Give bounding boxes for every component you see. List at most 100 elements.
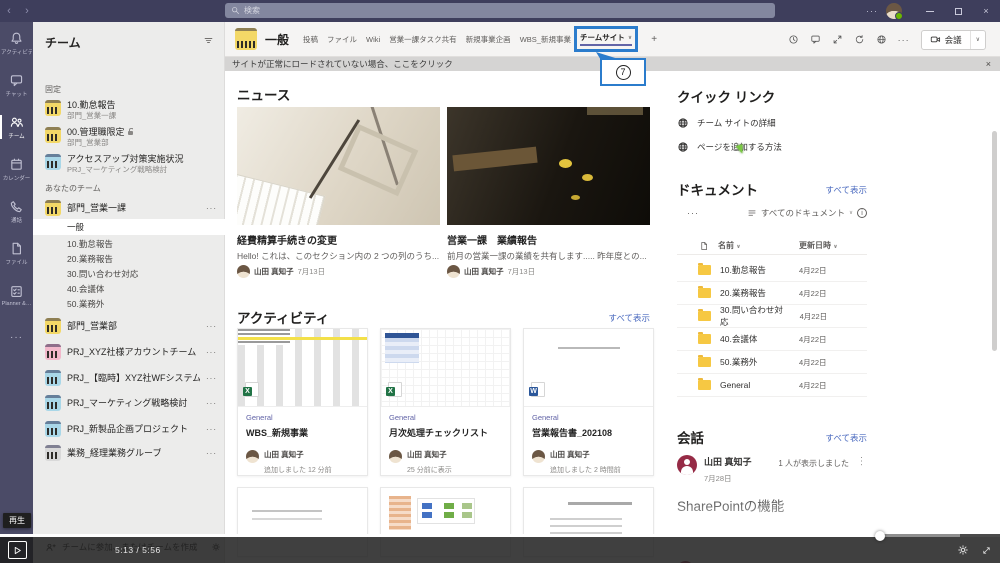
user-avatar[interactable] <box>886 3 903 20</box>
refresh-icon[interactable] <box>854 34 865 45</box>
close-button[interactable]: × <box>972 0 1000 22</box>
search-input[interactable]: 検索 <box>225 3 775 18</box>
rail-chat[interactable]: チャット <box>0 64 33 106</box>
document-row[interactable]: 50.業務外 4月22日 <box>677 351 867 374</box>
meet-button[interactable]: 会議 ∨ <box>920 29 986 50</box>
channel-general[interactable]: 一般 <box>33 219 225 235</box>
quick-link[interactable]: チーム サイトの詳細 <box>677 117 776 129</box>
channel-item[interactable]: 20.業務報告 <box>33 251 225 266</box>
news-image-1[interactable] <box>237 107 440 225</box>
seek-knob[interactable] <box>875 530 885 541</box>
filter-icon[interactable] <box>203 35 214 46</box>
team-row[interactable]: PRJ_新製品企画プロジェクト ··· <box>33 419 225 437</box>
annotation-number: 7 <box>615 64 631 80</box>
quick-link[interactable]: ページを追加する方法 <box>677 141 782 153</box>
toolbar-more-icon[interactable]: ··· <box>687 208 699 218</box>
globe-icon[interactable] <box>876 34 887 45</box>
news-title[interactable]: 営業一課 業績報告 <box>447 232 650 247</box>
activity-show-all[interactable]: すべて表示 <box>607 312 650 324</box>
clock-icon[interactable] <box>788 34 799 45</box>
team-row[interactable]: 業務_経理業務グループ ··· <box>33 443 225 461</box>
news-title[interactable]: 経費精算手続きの変更 <box>237 232 440 247</box>
team-options-icon[interactable]: ··· <box>206 374 217 383</box>
titlebar-more-icon[interactable]: ··· <box>866 6 878 16</box>
team-options-icon[interactable]: ··· <box>206 348 217 357</box>
team-options-icon[interactable]: ··· <box>206 449 217 458</box>
team-row[interactable]: PRJ_【臨時】XYZ社WFシステム提案··· <box>33 368 225 386</box>
annotation-7-box: 7 <box>600 58 646 86</box>
post-menu-icon[interactable]: ··· <box>857 456 866 467</box>
tab-more-icon[interactable]: ··· <box>898 35 910 45</box>
view-selector[interactable]: すべてのドキュメント ∨ i <box>747 207 867 219</box>
team-options-icon[interactable]: ··· <box>206 204 217 213</box>
minimize-button[interactable] <box>916 0 944 22</box>
document-row[interactable]: 30.問い合わせ対応 4月22日 <box>677 305 867 328</box>
channel-item[interactable]: 10.勤怠報告 <box>33 236 225 251</box>
documents-show-all[interactable]: すべて表示 <box>824 184 867 196</box>
fullscreen-icon[interactable] <box>981 545 992 556</box>
team-options-icon[interactable]: ··· <box>206 399 217 408</box>
info-icon[interactable]: i <box>857 208 867 218</box>
expand-icon[interactable] <box>832 34 843 45</box>
conversation-show-all[interactable]: すべて表示 <box>824 432 867 444</box>
chevron-down-icon: ∨ <box>627 34 633 41</box>
tab-files[interactable]: ファイル <box>327 34 357 45</box>
rail-planner[interactable]: Planner &… <box>0 274 33 316</box>
banner-close-icon[interactable]: × <box>986 59 991 69</box>
team-options-icon[interactable]: ··· <box>206 425 217 434</box>
col-name[interactable]: 名前 ∨ <box>718 240 741 251</box>
conversation-post[interactable]: 山田 真知子 7月28日 1 人が表示しました ··· SharePointの機… <box>677 455 867 515</box>
pinned-team[interactable]: 00.管理職限定 部門_営業部 <box>33 125 225 147</box>
keyboard-shape <box>237 171 326 225</box>
rail-calendar[interactable]: カレンダー <box>0 148 33 190</box>
rail-teams[interactable]: チーム <box>0 106 33 148</box>
rail-activity[interactable]: アクティビティ <box>0 22 33 64</box>
team-options-icon[interactable]: ··· <box>206 322 217 331</box>
settings-gear-icon[interactable] <box>957 544 969 556</box>
rail-more[interactable]: ··· <box>0 316 33 358</box>
tab-wbs[interactable]: WBS_新規事業 <box>520 34 571 45</box>
page-scrollbar[interactable] <box>992 131 997 351</box>
back-icon[interactable]: ‹ <box>0 5 18 17</box>
play-tooltip: 再生 <box>3 513 31 528</box>
team-row[interactable]: PRJ_マーケティング戦略検討 ··· <box>33 393 225 411</box>
add-tab-button[interactable]: + <box>651 34 657 45</box>
tab-newbiz[interactable]: 新規事業企画 <box>466 34 511 45</box>
col-modified[interactable]: 更新日時 ∨ <box>799 240 867 251</box>
activity-card[interactable]: W General 営業報告書_202108 山田 真知子 追加しました 2 時間… <box>523 328 654 476</box>
word-file-icon: W <box>529 382 545 397</box>
tab-tasks[interactable]: 営業一課タスク共有 <box>389 34 457 45</box>
meet-options-chevron[interactable]: ∨ <box>969 30 985 49</box>
folder-icon <box>698 355 711 367</box>
folder-icon <box>698 263 711 275</box>
channel-item[interactable]: 30.問い合わせ対応 <box>33 266 225 281</box>
seek-bar[interactable] <box>0 530 1000 541</box>
document-row[interactable]: General 4月22日 <box>677 374 867 397</box>
document-row[interactable]: 40.会議体 4月22日 <box>677 328 867 351</box>
channel-item[interactable]: 40.会議体 <box>33 281 225 296</box>
tab-wiki[interactable]: Wiki <box>366 35 380 44</box>
folder-icon <box>698 332 711 344</box>
team-row[interactable]: 部門_営業部 ··· <box>33 316 225 334</box>
globe-icon <box>678 118 688 128</box>
pinned-team[interactable]: 10.勤怠報告 部門_営業一課 <box>33 98 225 120</box>
news-image-2[interactable] <box>447 107 650 225</box>
pinned-team[interactable]: アクセスアップ対策実施状況 PRJ_マーケティング戦略検討 <box>33 152 225 174</box>
post-title[interactable]: SharePointの機能 <box>677 495 867 515</box>
tab-team-site[interactable]: チームサイト ∨ <box>573 26 639 52</box>
tab-posts[interactable]: 投稿 <box>303 34 318 45</box>
activity-card[interactable]: X General WBS_新規事業 山田 真知子 追加しました 12 分前 <box>237 328 368 476</box>
team-avatar <box>45 395 61 411</box>
rail-files[interactable]: ファイル <box>0 232 33 274</box>
rail-calls[interactable]: 通話 <box>0 190 33 232</box>
team-row[interactable]: 部門_営業一課 ··· <box>33 198 225 216</box>
channel-item[interactable]: 50.業務外 <box>33 296 225 311</box>
activity-card[interactable]: X General 月次処理チェックリスト 山田 真知子 25 分前に表示 <box>380 328 511 476</box>
conversation-icon[interactable] <box>810 34 821 45</box>
forward-icon[interactable]: › <box>18 5 36 17</box>
document-row[interactable]: 10.勤怠報告 4月22日 <box>677 259 867 282</box>
play-button[interactable] <box>8 541 27 559</box>
team-row[interactable]: PRJ_XYZ社様アカウントチーム ··· <box>33 342 225 360</box>
maximize-button[interactable] <box>944 0 972 22</box>
document-row[interactable]: 20.業務報告 4月22日 <box>677 282 867 305</box>
